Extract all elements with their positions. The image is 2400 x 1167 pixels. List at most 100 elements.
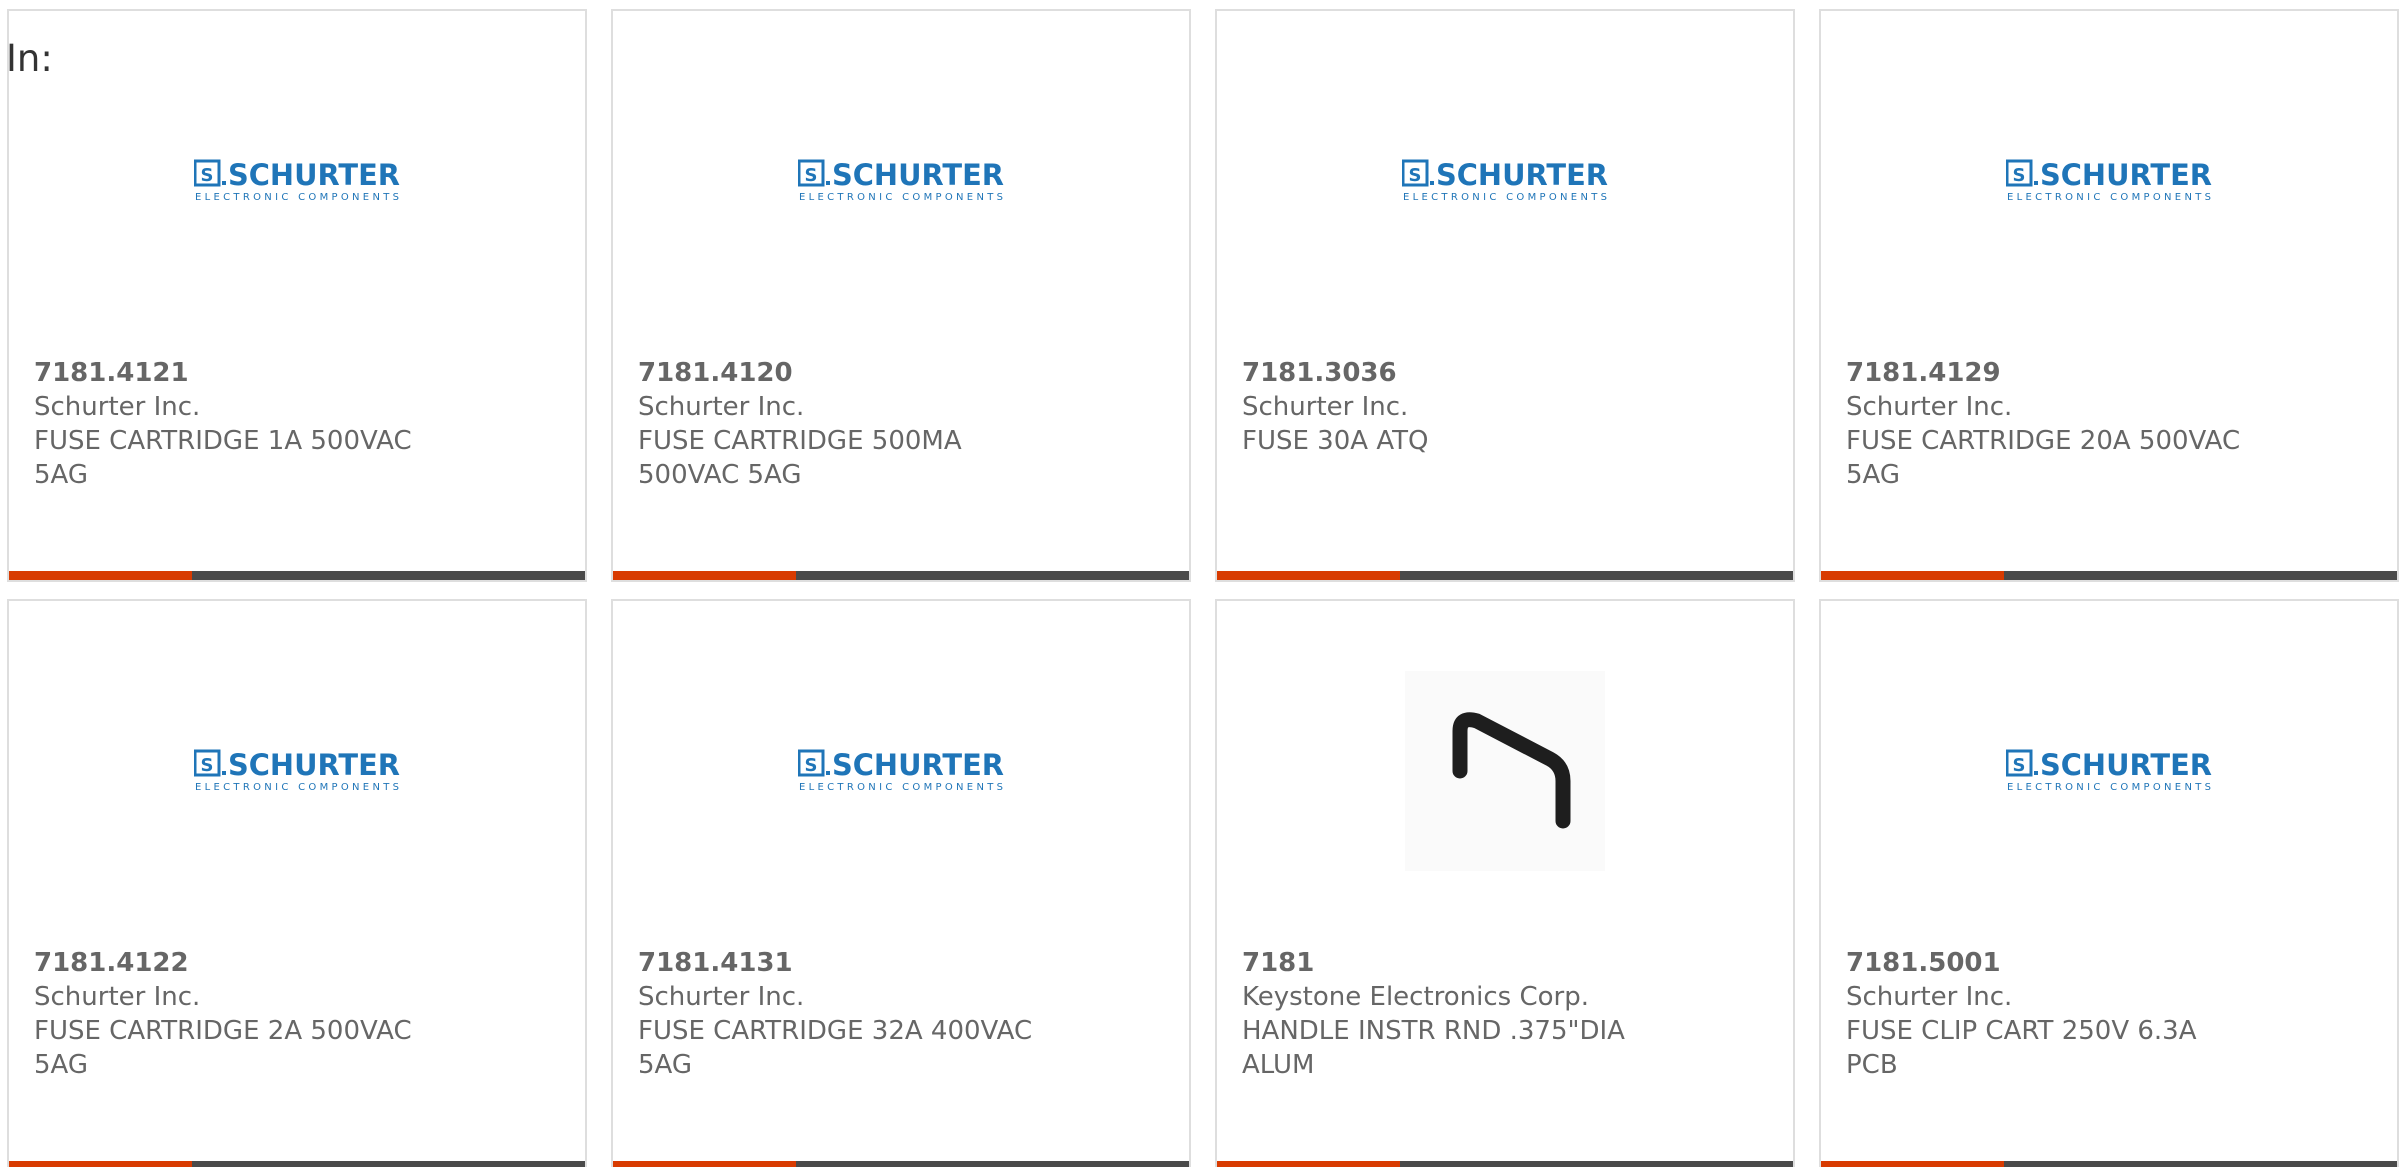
product-description: FUSE CARTRIDGE 2A 500VAC 5AG: [34, 1016, 412, 1080]
schurter-logo: S SCHURTERELECTRONIC COMPONENTS: [1402, 159, 1608, 203]
manufacturer-name: Schurter Inc.: [1846, 392, 2013, 422]
product-card[interactable]: 7181 Keystone Electronics Corp. HANDLE INS…: [1215, 599, 1795, 1167]
card-accent-bar-highlight: [1821, 571, 2004, 580]
part-number-link[interactable]: 7181.4120: [638, 356, 1164, 390]
manufacturer-name: Schurter Inc.: [34, 982, 201, 1012]
logo-brand: SCHURTER: [2040, 749, 2212, 782]
card-accent-bar-highlight: [1217, 1161, 1400, 1167]
logo-tagline: ELECTRONIC COMPONENTS: [195, 192, 399, 203]
product-card[interactable]: S SCHURTER ELECTRONIC COMPONENTS 7181.5001 S…: [1819, 599, 2399, 1167]
product-image[interactable]: S SCHURTER ELECTRONIC COMPONENTS: [187, 71, 407, 291]
product-description: FUSE CARTRIDGE 1A 500VAC 5AG: [34, 426, 412, 490]
logo-mark: S: [805, 755, 818, 776]
schurter-logo: S SCHURTERELECTRONIC COMPONENTS: [2006, 159, 2212, 203]
product-image[interactable]: S SCHURTER ELECTRONIC COMPONENTS: [791, 71, 1011, 291]
product-info: 7181.4121 Schurter Inc. FUSE CARTRIDGE 1A …: [34, 356, 560, 492]
logo-brand: SCHURTER: [832, 159, 1004, 192]
product-image[interactable]: [1395, 661, 1615, 881]
card-accent-bar-base: [796, 571, 1189, 580]
card-accent-bar: [1821, 571, 2397, 580]
product-image[interactable]: S SCHURTER ELECTRONIC COMPONENTS: [1395, 71, 1615, 291]
logo-tagline: ELECTRONIC COMPONENTS: [799, 782, 1003, 793]
card-accent-bar-highlight: [1821, 1161, 2004, 1167]
card-accent-bar-base: [1400, 571, 1793, 580]
product-info: 7181 Keystone Electronics Corp. HANDLE INS…: [1242, 946, 1768, 1082]
card-accent-bar-highlight: [9, 571, 192, 580]
card-accent-bar: [1217, 571, 1793, 580]
part-number-link[interactable]: 7181.4122: [34, 946, 560, 980]
part-number-link[interactable]: 7181.5001: [1846, 946, 2372, 980]
card-accent-bar-highlight: [613, 571, 796, 580]
manufacturer-name: Keystone Electronics Corp.: [1242, 982, 1590, 1012]
handle-photo: [1405, 671, 1605, 871]
manufacturer-name: Schurter Inc.: [34, 392, 201, 422]
product-info: 7181.4131 Schurter Inc. FUSE CARTRIDGE 32A…: [638, 946, 1164, 1082]
logo-mark: S: [805, 165, 818, 186]
card-accent-bar-base: [796, 1161, 1189, 1167]
product-grid: S SCHURTER ELECTRONIC COMPONENTS 7181.4121 S…: [7, 9, 2399, 1167]
product-card[interactable]: S SCHURTER ELECTRONIC COMPONENTS 7181.4120 S…: [611, 9, 1191, 582]
schurter-logo: S SCHURTERELECTRONIC COMPONENTS: [194, 749, 400, 793]
product-image[interactable]: S SCHURTER ELECTRONIC COMPONENTS: [187, 661, 407, 881]
logo-mark: S: [2013, 165, 2026, 186]
logo-brand: SCHURTER: [832, 749, 1004, 782]
card-accent-bar: [613, 571, 1189, 580]
product-info: 7181.3036 Schurter Inc. FUSE 30A ATQ: [1242, 356, 1768, 458]
part-number-link[interactable]: 7181.4129: [1846, 356, 2372, 390]
card-accent-bar-highlight: [1217, 571, 1400, 580]
product-card[interactable]: S SCHURTER ELECTRONIC COMPONENTS 7181.3036 S…: [1215, 9, 1795, 582]
card-accent-bar-base: [1400, 1161, 1793, 1167]
card-accent-bar-base: [192, 1161, 585, 1167]
card-accent-bar-highlight: [613, 1161, 796, 1167]
logo-tagline: ELECTRONIC COMPONENTS: [195, 782, 399, 793]
part-number-link[interactable]: 7181.3036: [1242, 356, 1768, 390]
part-number-link[interactable]: 7181: [1242, 946, 1768, 980]
product-info: 7181.5001 Schurter Inc. FUSE CLIP CART 250…: [1846, 946, 2372, 1082]
manufacturer-name: Schurter Inc.: [1846, 982, 2013, 1012]
logo-tagline: ELECTRONIC COMPONENTS: [1403, 192, 1607, 203]
product-card[interactable]: S SCHURTER ELECTRONIC COMPONENTS 7181.4129 S…: [1819, 9, 2399, 582]
card-accent-bar: [613, 1161, 1189, 1167]
card-accent-bar: [1821, 1161, 2397, 1167]
logo-mark: S: [2013, 755, 2026, 776]
schurter-logo: S SCHURTERELECTRONIC COMPONENTS: [798, 749, 1004, 793]
in-filter-label: In:: [6, 37, 53, 80]
manufacturer-name: Schurter Inc.: [638, 392, 805, 422]
card-accent-bar: [1217, 1161, 1793, 1167]
manufacturer-name: Schurter Inc.: [1242, 392, 1409, 422]
logo-mark: S: [1409, 165, 1422, 186]
card-accent-bar-base: [2004, 571, 2397, 580]
part-number-link[interactable]: 7181.4121: [34, 356, 560, 390]
logo-brand: SCHURTER: [2040, 159, 2212, 192]
product-description: FUSE CARTRIDGE 20A 500VAC 5AG: [1846, 426, 2241, 490]
logo-mark: S: [201, 755, 214, 776]
logo-brand: SCHURTER: [228, 749, 400, 782]
part-number-link[interactable]: 7181.4131: [638, 946, 1164, 980]
product-info: 7181.4129 Schurter Inc. FUSE CARTRIDGE 20A…: [1846, 356, 2372, 492]
product-results-page: In: S SCHURTER ELECTRONIC COMPONENTS 7181.4…: [0, 0, 2400, 1167]
card-accent-bar-base: [2004, 1161, 2397, 1167]
product-image[interactable]: S SCHURTER ELECTRONIC COMPONENTS: [791, 661, 1011, 881]
schurter-logo: S SCHURTERELECTRONIC COMPONENTS: [2006, 749, 2212, 793]
schurter-logo: S SCHURTERELECTRONIC COMPONENTS: [798, 159, 1004, 203]
product-card[interactable]: S SCHURTER ELECTRONIC COMPONENTS 7181.4122 S…: [7, 599, 587, 1167]
manufacturer-name: Schurter Inc.: [638, 982, 805, 1012]
logo-mark: S: [201, 165, 214, 186]
product-card[interactable]: S SCHURTER ELECTRONIC COMPONENTS 7181.4131 S…: [611, 599, 1191, 1167]
product-description: FUSE CLIP CART 250V 6.3A PCB: [1846, 1016, 2197, 1080]
card-accent-bar-highlight: [9, 1161, 192, 1167]
logo-tagline: ELECTRONIC COMPONENTS: [799, 192, 1003, 203]
logo-tagline: ELECTRONIC COMPONENTS: [2007, 782, 2211, 793]
product-description: FUSE 30A ATQ: [1242, 426, 1429, 456]
schurter-logo: S SCHURTERELECTRONIC COMPONENTS: [194, 159, 400, 203]
logo-brand: SCHURTER: [1436, 159, 1608, 192]
product-card[interactable]: S SCHURTER ELECTRONIC COMPONENTS 7181.4121 S…: [7, 9, 587, 582]
product-description: FUSE CARTRIDGE 500MA 500VAC 5AG: [638, 426, 962, 490]
logo-brand: SCHURTER: [228, 159, 400, 192]
product-image[interactable]: S SCHURTER ELECTRONIC COMPONENTS: [1999, 661, 2219, 881]
card-accent-bar: [9, 571, 585, 580]
product-description: HANDLE INSTR RND .375"DIA ALUM: [1242, 1016, 1625, 1080]
card-accent-bar-base: [192, 571, 585, 580]
product-image[interactable]: S SCHURTER ELECTRONIC COMPONENTS: [1999, 71, 2219, 291]
product-info: 7181.4122 Schurter Inc. FUSE CARTRIDGE 2A …: [34, 946, 560, 1082]
